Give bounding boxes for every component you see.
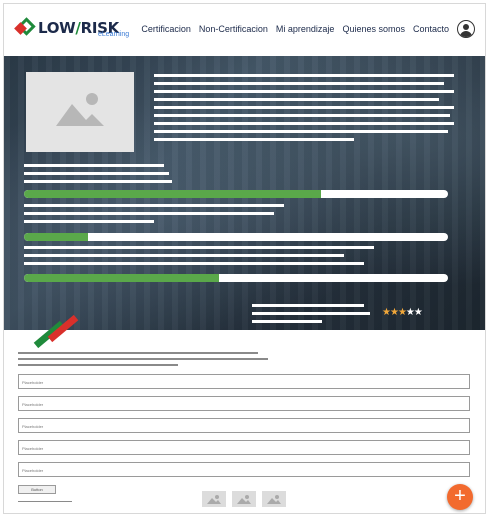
star-icon: ★ — [413, 307, 423, 318]
star-icon: ★ — [405, 307, 415, 318]
progress-bar — [24, 190, 448, 198]
image-button[interactable] — [262, 491, 286, 507]
course-title-line — [154, 74, 454, 77]
course-title-line — [154, 122, 454, 125]
progress-bar — [24, 233, 448, 241]
rating-label-line — [252, 304, 364, 307]
nav-link-quienes-somos[interactable]: Quienes somos — [342, 24, 405, 34]
image-icon — [237, 495, 251, 504]
course-title-line — [154, 114, 450, 117]
submit-button[interactable]: Button — [18, 485, 56, 494]
rating-label-line — [252, 312, 370, 315]
main-nav: Certificacion Non-Certificacion Mi apren… — [141, 24, 449, 34]
brand-logo[interactable]: LOW/RISK eLearning — [14, 17, 134, 42]
course-title-line — [154, 138, 354, 141]
progress-bar-fill — [24, 233, 88, 241]
nav-link-certificacion[interactable]: Certificacion — [141, 24, 191, 34]
logo-word-low: LOW — [38, 19, 76, 37]
progress-bar-fill — [24, 274, 220, 282]
progress-bar — [24, 274, 448, 282]
form-description-line — [18, 364, 178, 366]
user-circle-icon[interactable] — [457, 20, 475, 38]
form-field[interactable]: Placeholder — [18, 418, 470, 433]
top-nav-bar: LOW/RISK eLearning Certificacion Non-Cer… — [4, 4, 485, 56]
progress-label-line — [24, 164, 164, 167]
progress-label-line — [24, 262, 364, 265]
progress-label-line — [24, 172, 169, 175]
progress-label-line — [24, 254, 344, 257]
progress-label-line — [24, 204, 284, 207]
progress-bar-fill — [24, 190, 321, 198]
image-button[interactable] — [202, 491, 226, 507]
progress-label-line — [24, 220, 154, 223]
image-icon — [207, 495, 221, 504]
form-description-line — [18, 358, 268, 360]
star-icon: ★ — [382, 307, 391, 318]
course-title-line — [154, 90, 454, 93]
add-fab-button[interactable]: + — [447, 484, 473, 510]
progress-label-line — [24, 180, 172, 183]
course-title-line — [154, 106, 454, 109]
course-title-line — [154, 82, 444, 85]
logo-subtitle: eLearning — [98, 31, 130, 38]
course-hero: ★★★★★ — [4, 56, 485, 330]
form-field[interactable]: Placeholder — [18, 396, 470, 411]
nav-link-mi-aprendizaje[interactable]: Mi aprendizaje — [276, 24, 335, 34]
form-field[interactable]: Placeholder — [18, 462, 470, 477]
form-description-line — [18, 352, 258, 354]
image-button[interactable] — [232, 491, 256, 507]
logo-mark-icon — [14, 17, 36, 38]
page-frame: LOW/RISK eLearning Certificacion Non-Cer… — [3, 3, 486, 514]
nav-link-non-certificacion[interactable]: Non-Certificacion — [199, 24, 268, 34]
brand-ribbon-icon — [32, 314, 82, 349]
progress-label-line — [24, 212, 274, 215]
image-icon — [267, 495, 281, 504]
progress-label-line — [24, 246, 374, 249]
course-thumbnail — [26, 72, 134, 152]
star-icon: ★ — [397, 307, 407, 318]
star-rating[interactable]: ★★★★★ — [382, 307, 423, 318]
image-placeholder-icon — [56, 93, 104, 126]
course-title-line — [154, 130, 448, 133]
form-field[interactable]: Placeholder — [18, 374, 470, 389]
form-field[interactable]: Placeholder — [18, 440, 470, 455]
course-title-line — [154, 98, 439, 101]
nav-link-contacto[interactable]: Contacto — [413, 24, 449, 34]
star-icon: ★ — [389, 307, 399, 318]
form-footnote-line — [18, 501, 72, 502]
rating-label-line — [252, 320, 322, 323]
